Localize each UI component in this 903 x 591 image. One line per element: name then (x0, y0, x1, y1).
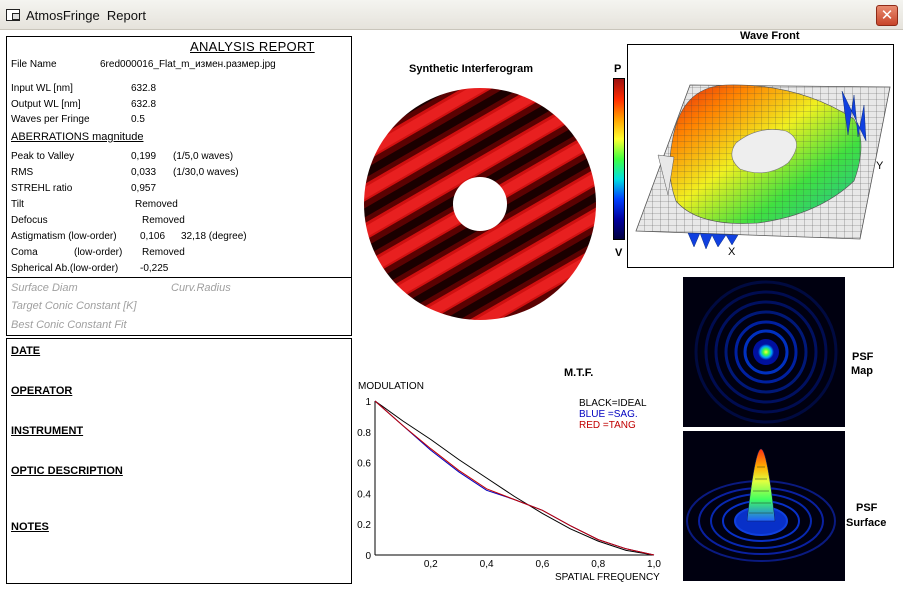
spherical-value: -0,225 (140, 263, 169, 274)
notes-field[interactable]: NOTES (11, 521, 49, 533)
psf-surface-label-1: PSF (856, 502, 878, 514)
optic-description-field[interactable]: OPTIC DESCRIPTION (11, 465, 123, 477)
mtf-legend-blue: BLUE =SAG. (579, 409, 638, 420)
aberrations-heading: ABERRATIONS magnitude (11, 131, 144, 143)
mtf-x-tick: 0,2 (424, 559, 438, 570)
wavefront-plot: X Y (627, 44, 894, 268)
report-heading: ANALYSIS REPORT (190, 39, 315, 54)
best-conic-label: Best Conic Constant Fit (11, 319, 127, 331)
waves-per-fringe-value: 0.5 (131, 114, 145, 125)
astigmatism-label: Astigmatism (low-order) (11, 231, 117, 242)
tilt-value: Removed (135, 199, 178, 210)
tilt-label: Tilt (11, 199, 24, 210)
file-name-label: File Name (11, 59, 57, 70)
mtf-y-tick: 0.8 (357, 428, 371, 439)
psf-surface (683, 431, 845, 581)
colorbar-bottom-label: V (615, 247, 623, 259)
mtf-x-label: SPATIAL FREQUENCY (555, 572, 660, 583)
wavefront-axis-y: Y (876, 160, 884, 172)
colorbar-top-label: P (614, 63, 622, 75)
mtf-legend-black: BLACK=IDEAL (579, 398, 647, 409)
mtf-y-tick: 1 (365, 397, 371, 408)
target-conic-label: Target Conic Constant [K] (11, 300, 137, 312)
mtf-chart: 1 0.8 0.6 0.4 0.2 0 0,2 0,4 0,6 0,8 1,0 BLACK=IDEA… (357, 397, 661, 583)
rms-label: RMS (11, 167, 34, 178)
peak-to-valley-label: Peak to Valley (11, 151, 75, 162)
mtf-x-tick: 1,0 (647, 559, 661, 570)
mtf-x-tick: 0,8 (591, 559, 605, 570)
coma-value: Removed (142, 247, 185, 258)
mtf-x-tick: 0,4 (480, 559, 494, 570)
wavefront-surface: X Y (635, 84, 891, 258)
mtf-title: M.T.F. (564, 367, 594, 379)
peak-to-valley-value: 0,199 (131, 151, 157, 162)
wavefront-title: Wave Front (740, 30, 800, 42)
input-wl-value: 632.8 (131, 83, 157, 94)
mtf-y-tick: 0.2 (357, 520, 371, 531)
app-icon[interactable] (6, 9, 20, 21)
psf-map-rings (694, 280, 838, 424)
psf-map-label-1: PSF (852, 351, 874, 363)
coma-label: Coma (11, 247, 38, 258)
input-wl-label: Input WL [nm] (11, 83, 73, 94)
psf-surface-plot (686, 448, 836, 562)
strehl-label: STREHL ratio (11, 183, 73, 194)
report-meta-panel: DATE OPERATOR INSTRUMENT OPTIC DESCRIPTI… (6, 338, 352, 584)
output-wl-value: 632.8 (131, 99, 157, 110)
strehl-value: 0,957 (131, 183, 157, 194)
curv-radius-label: Curv.Radius (171, 282, 231, 294)
close-button[interactable]: ✕ (876, 5, 898, 26)
report-divider (7, 277, 351, 278)
rms-waves: (1/30,0 waves) (173, 167, 239, 178)
operator-field[interactable]: OPERATOR (11, 385, 72, 397)
output-wl-label: Output WL [nm] (11, 99, 81, 110)
defocus-label: Defocus (11, 215, 48, 226)
mtf-y-tick: 0 (365, 551, 371, 562)
window-title: AtmosFringe Report (26, 8, 146, 23)
defocus-value: Removed (142, 215, 185, 226)
date-field[interactable]: DATE (11, 345, 40, 357)
spherical-label: Spherical Ab.(low-order) (11, 263, 119, 274)
waves-per-fringe-label: Waves per Fringe (11, 114, 90, 125)
psf-surface-label-2: Surface (846, 517, 887, 529)
rms-value: 0,033 (131, 167, 157, 178)
colorbar (613, 78, 625, 240)
title-bar: AtmosFringe Report ✕ (0, 0, 903, 30)
mtf-y-tick: 0.6 (357, 459, 371, 470)
analysis-report-panel: ANALYSIS REPORT File Name 6red000016_Fla… (6, 36, 352, 336)
coma-order: (low-order) (74, 247, 123, 258)
psf-map (683, 277, 845, 427)
mtf-y-tick: 0.4 (357, 489, 371, 500)
psf-map-label-2: Map (851, 365, 873, 377)
astigmatism-value: 0,106 (140, 231, 166, 242)
surface-diam-label: Surface Diam (11, 282, 78, 294)
wavefront-axis-x: X (728, 246, 736, 258)
mtf-x-tick: 0,6 (535, 559, 549, 570)
interferogram-title: Synthetic Interferogram (409, 63, 534, 75)
peak-to-valley-waves: (1/5,0 waves) (173, 151, 234, 162)
synthetic-interferogram (362, 86, 598, 322)
astigmatism-angle: 32,18 (degree) (181, 231, 247, 242)
mtf-legend-red: RED =TANG (579, 420, 636, 431)
instrument-field[interactable]: INSTRUMENT (11, 425, 83, 437)
file-name-value: 6red000016_Flat_m_измен.размер.jpg (100, 59, 276, 70)
